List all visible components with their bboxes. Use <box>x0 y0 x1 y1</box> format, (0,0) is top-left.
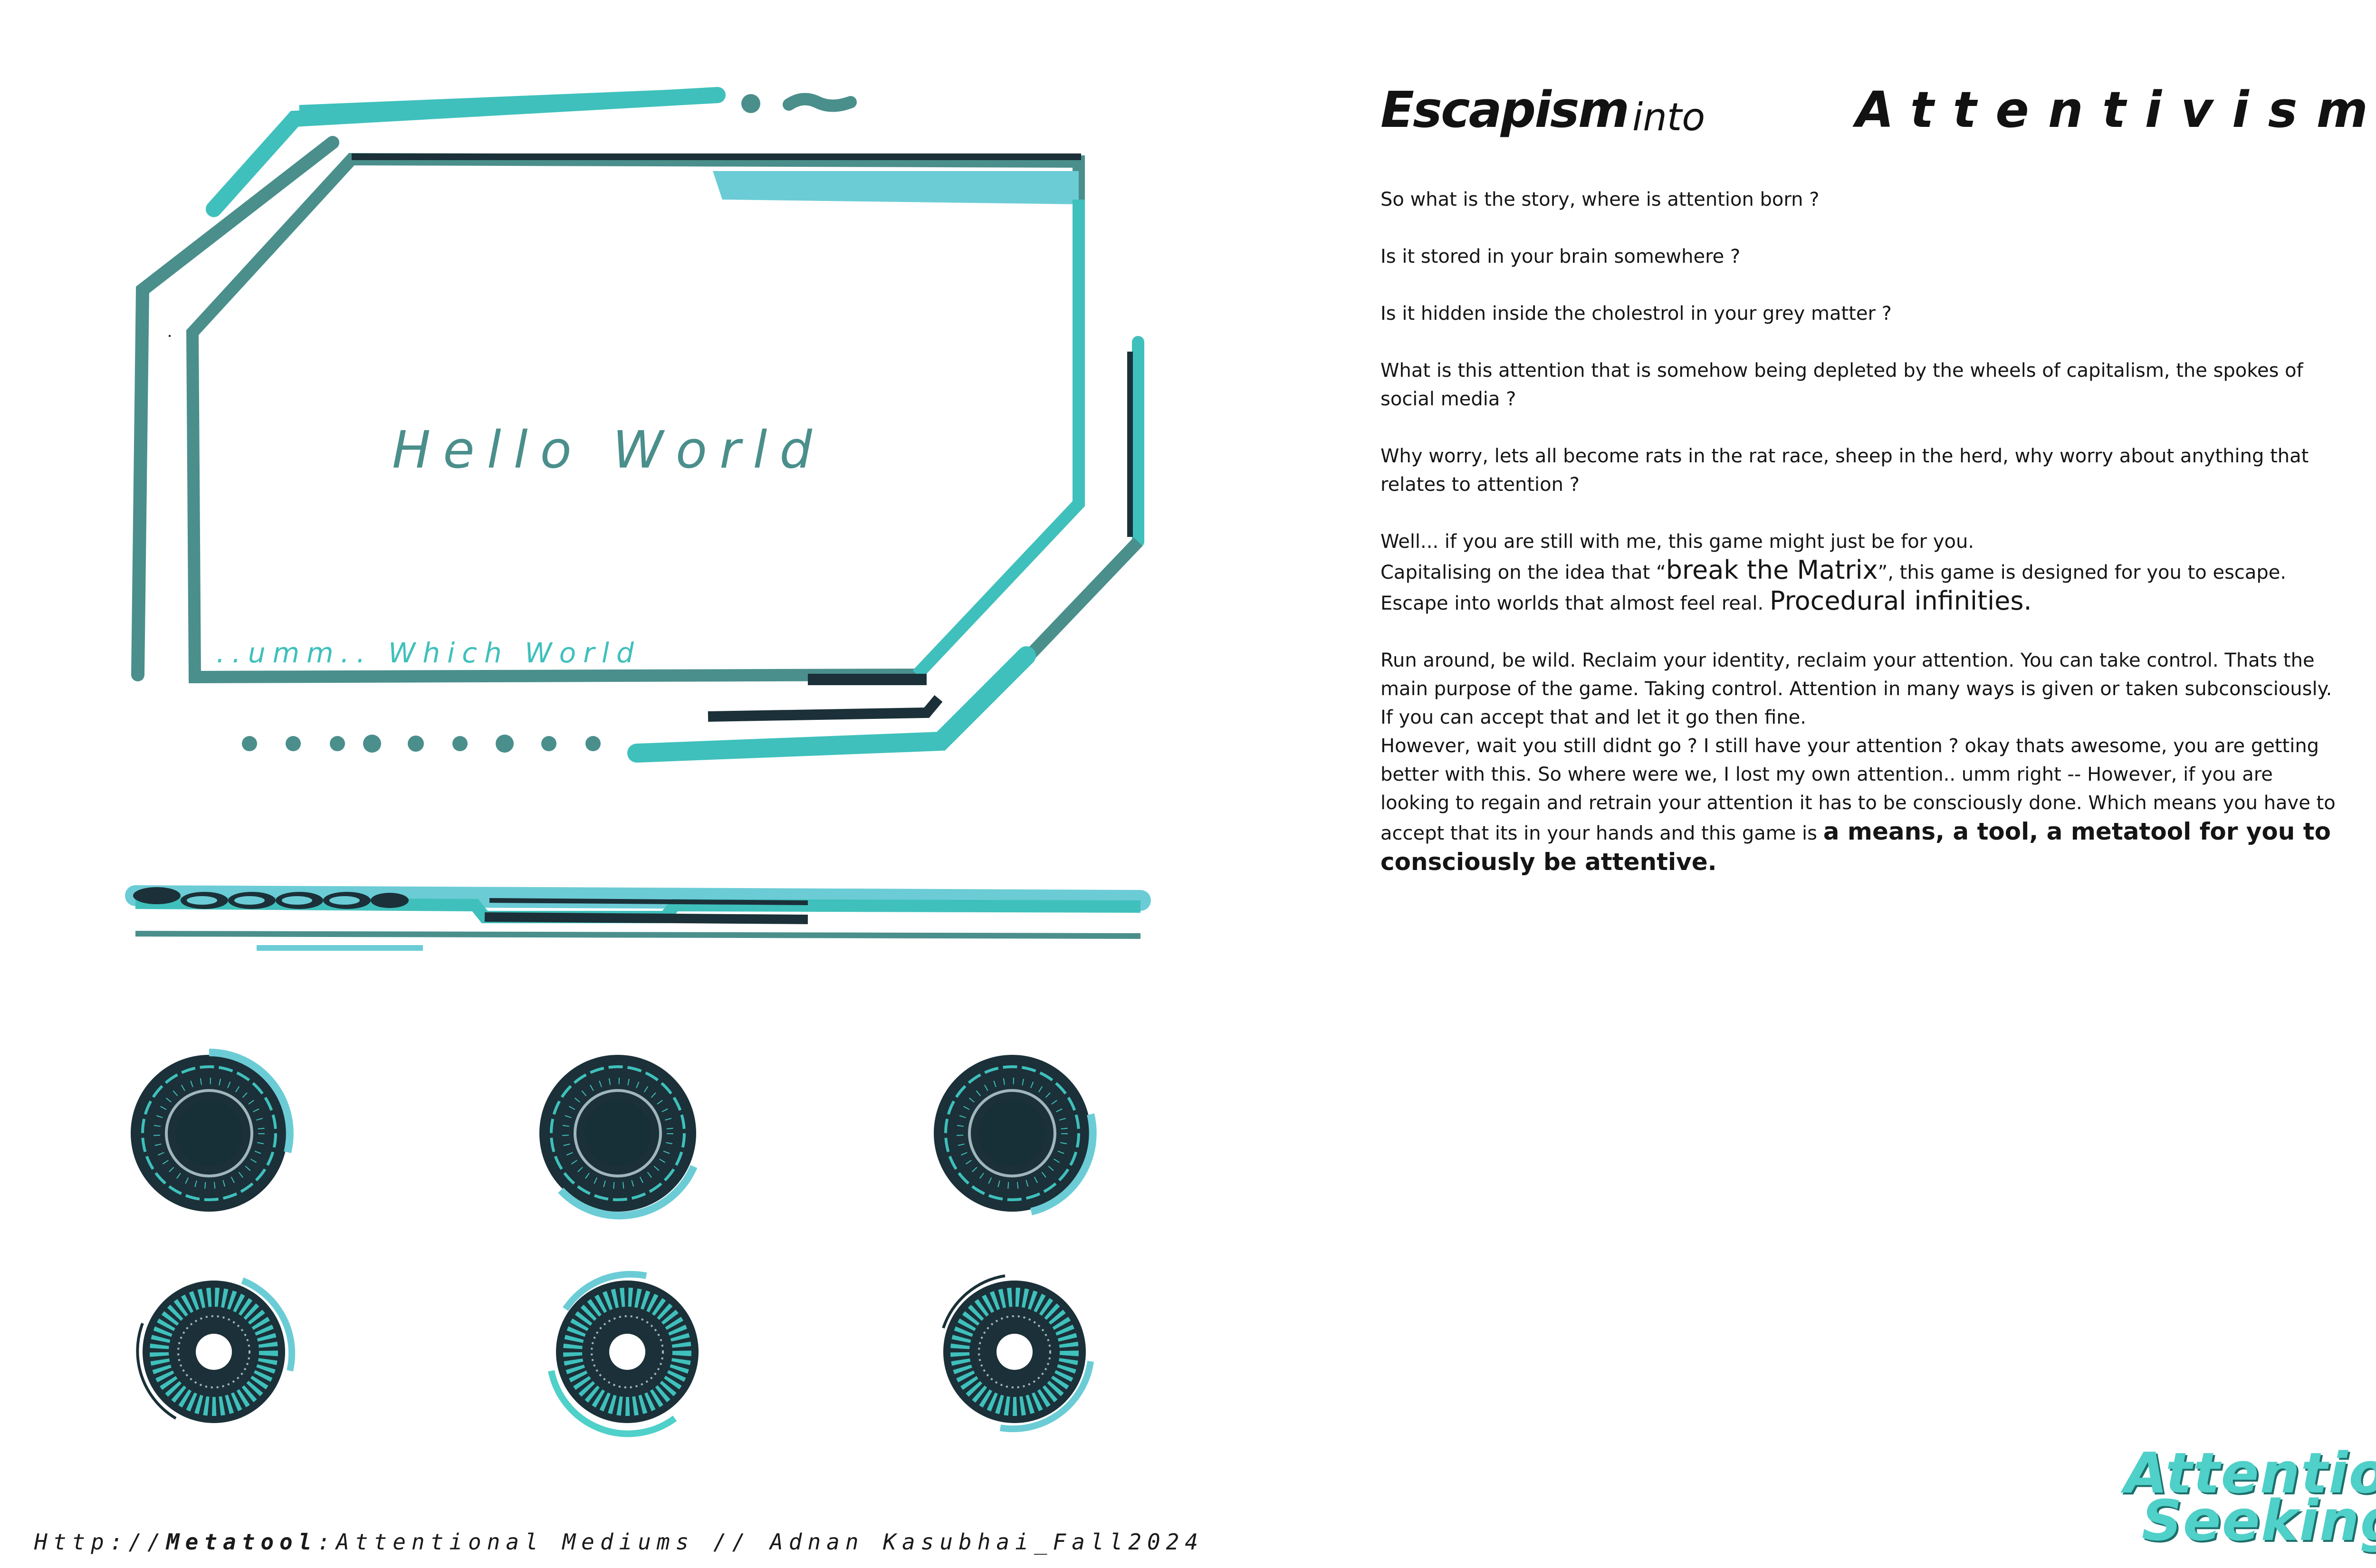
frame-subtitle: ..umm.. Which World <box>216 637 641 669</box>
heading-attentivism: Attentivism <box>1856 81 2376 139</box>
paragraph: Is it stored in your brain somewhere ? <box>1380 246 1741 268</box>
highlight-text: Procedural infinities. <box>1769 586 2032 616</box>
paragraph: Capitalising on the idea that “break the… <box>1380 556 2345 587</box>
dial-6 <box>942 1274 1094 1433</box>
dial-4 <box>136 1277 296 1423</box>
paragraph: Is it hidden inside the cholestrol in yo… <box>1380 303 1892 325</box>
text-span: ”, this game is designed for you to esca… <box>1878 562 2287 583</box>
paragraph: Well... if you are still with me, this g… <box>1380 531 1974 553</box>
dial-2 <box>539 1055 698 1220</box>
article-body: So what is the story, where is attention… <box>1380 185 2345 878</box>
hud-bar <box>125 885 1151 951</box>
dial-3 <box>934 1055 1097 1215</box>
logo-line: Seeking <box>2141 1488 2376 1553</box>
footer-bold: Metatool <box>166 1529 317 1555</box>
footer-prefix: Http:// <box>34 1529 166 1555</box>
paragraph: Run around, be wild. Reclaim your identi… <box>1380 650 2332 728</box>
paragraph: Escape into worlds that almost feel real… <box>1380 587 2345 618</box>
frame-title: Hello World <box>392 421 824 480</box>
dot-row <box>242 735 601 753</box>
paragraph: Why worry, lets all become rats in the r… <box>1380 445 2309 496</box>
attention-seeking-logo: Attention Seeking <box>2124 1445 2376 1553</box>
text-span: Capitalising on the idea that “ <box>1380 562 1666 583</box>
paragraph: What is this attention that is somehow b… <box>1380 360 2303 410</box>
heading-into: into <box>1632 95 1705 139</box>
highlight-text: break the Matrix <box>1666 555 1878 585</box>
paragraph: However, wait you still didnt go ? I sti… <box>1380 732 2345 878</box>
text-span: Escape into worlds that almost feel real… <box>1380 593 1770 614</box>
dial-5 <box>548 1271 699 1437</box>
paragraph: So what is the story, where is attention… <box>1380 189 1820 210</box>
heading-escapism: Escapism <box>1380 81 1629 139</box>
footer-credit: Http://Metatool:Attentional Mediums // A… <box>34 1529 1204 1555</box>
footer-suffix: :Attentional Mediums // Adnan Kasubhai_F… <box>317 1529 1204 1555</box>
dial-1 <box>131 1049 294 1212</box>
